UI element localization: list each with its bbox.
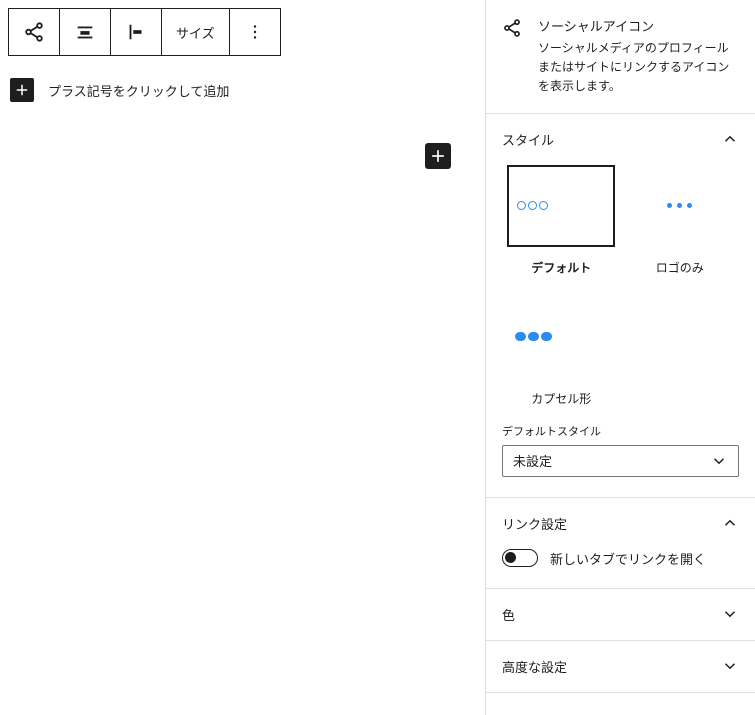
- block-info: ソーシャルアイコン ソーシャルメディアのプロフィールまたはサイトにリンクするアイ…: [486, 0, 755, 114]
- link-settings-toggle[interactable]: リンク設定: [486, 498, 755, 549]
- style-option-default[interactable]: デフォルト: [502, 165, 621, 276]
- style-panel: スタイル デフォルト ロゴのみ カプセル形: [486, 114, 755, 498]
- align-left-icon: [125, 21, 147, 43]
- style-option-pill[interactable]: カプセル形: [502, 296, 621, 407]
- new-tab-toggle[interactable]: [502, 549, 538, 567]
- chevron-up-icon: [721, 514, 739, 532]
- plus-icon: [13, 81, 31, 99]
- chevron-down-icon: [710, 452, 728, 470]
- panel-title: 色: [502, 605, 515, 624]
- style-preview-logo-only: [626, 165, 734, 247]
- style-preview-default: [507, 165, 615, 247]
- panel-title: スタイル: [502, 130, 554, 149]
- panel-title: リンク設定: [502, 514, 567, 533]
- block-toolbar: サイズ: [8, 8, 281, 56]
- toggle-knob: [505, 552, 516, 563]
- chevron-up-icon: [721, 130, 739, 148]
- block-description: ソーシャルメディアのプロフィールまたはサイトにリンクするアイコンを表示します。: [538, 39, 739, 97]
- align-button[interactable]: [111, 9, 162, 55]
- plus-icon: [428, 146, 448, 166]
- advanced-panel-toggle[interactable]: 高度な設定: [486, 641, 755, 692]
- add-button[interactable]: [10, 78, 34, 102]
- link-settings-panel: リンク設定 新しいタブでリンクを開く: [486, 498, 755, 589]
- color-panel-toggle[interactable]: 色: [486, 589, 755, 640]
- style-option-logo-only[interactable]: ロゴのみ: [621, 165, 740, 276]
- size-button[interactable]: サイズ: [162, 9, 230, 55]
- block-title: ソーシャルアイコン: [538, 16, 739, 35]
- style-label: ロゴのみ: [656, 259, 704, 276]
- select-value: 未設定: [513, 451, 552, 470]
- add-social-icon-prompt[interactable]: プラス記号をクリックして追加: [8, 78, 477, 102]
- size-label: サイズ: [176, 23, 215, 42]
- share-icon: [23, 21, 45, 43]
- default-style-select[interactable]: 未設定: [502, 445, 739, 477]
- add-prompt-text: プラス記号をクリックして追加: [48, 81, 229, 100]
- chevron-down-icon: [721, 657, 739, 675]
- block-type-button[interactable]: [9, 9, 60, 55]
- color-panel: 色: [486, 589, 755, 641]
- more-options-button[interactable]: [230, 9, 280, 55]
- settings-sidebar: ソーシャルアイコン ソーシャルメディアのプロフィールまたはサイトにリンクするアイ…: [485, 0, 755, 715]
- default-style-section: デフォルトスタイル 未設定: [486, 423, 755, 497]
- style-preview-pill: [507, 296, 615, 378]
- new-tab-label: 新しいタブでリンクを開く: [550, 549, 706, 568]
- style-label: デフォルト: [531, 259, 591, 276]
- new-tab-toggle-row: 新しいタブでリンクを開く: [502, 549, 739, 568]
- editor-area: サイズ プラス記号をクリックして追加: [0, 0, 485, 715]
- justify-icon: [74, 21, 96, 43]
- more-vertical-icon: [244, 21, 266, 43]
- block-appender-button[interactable]: [425, 143, 451, 169]
- style-label: カプセル形: [531, 390, 591, 407]
- style-options: デフォルト ロゴのみ カプセル形: [486, 165, 755, 423]
- chevron-down-icon: [721, 605, 739, 623]
- default-style-label: デフォルトスタイル: [502, 423, 739, 439]
- style-panel-toggle[interactable]: スタイル: [486, 114, 755, 165]
- panel-title: 高度な設定: [502, 657, 567, 676]
- share-icon: [502, 16, 524, 97]
- justify-button[interactable]: [60, 9, 111, 55]
- advanced-panel: 高度な設定: [486, 641, 755, 693]
